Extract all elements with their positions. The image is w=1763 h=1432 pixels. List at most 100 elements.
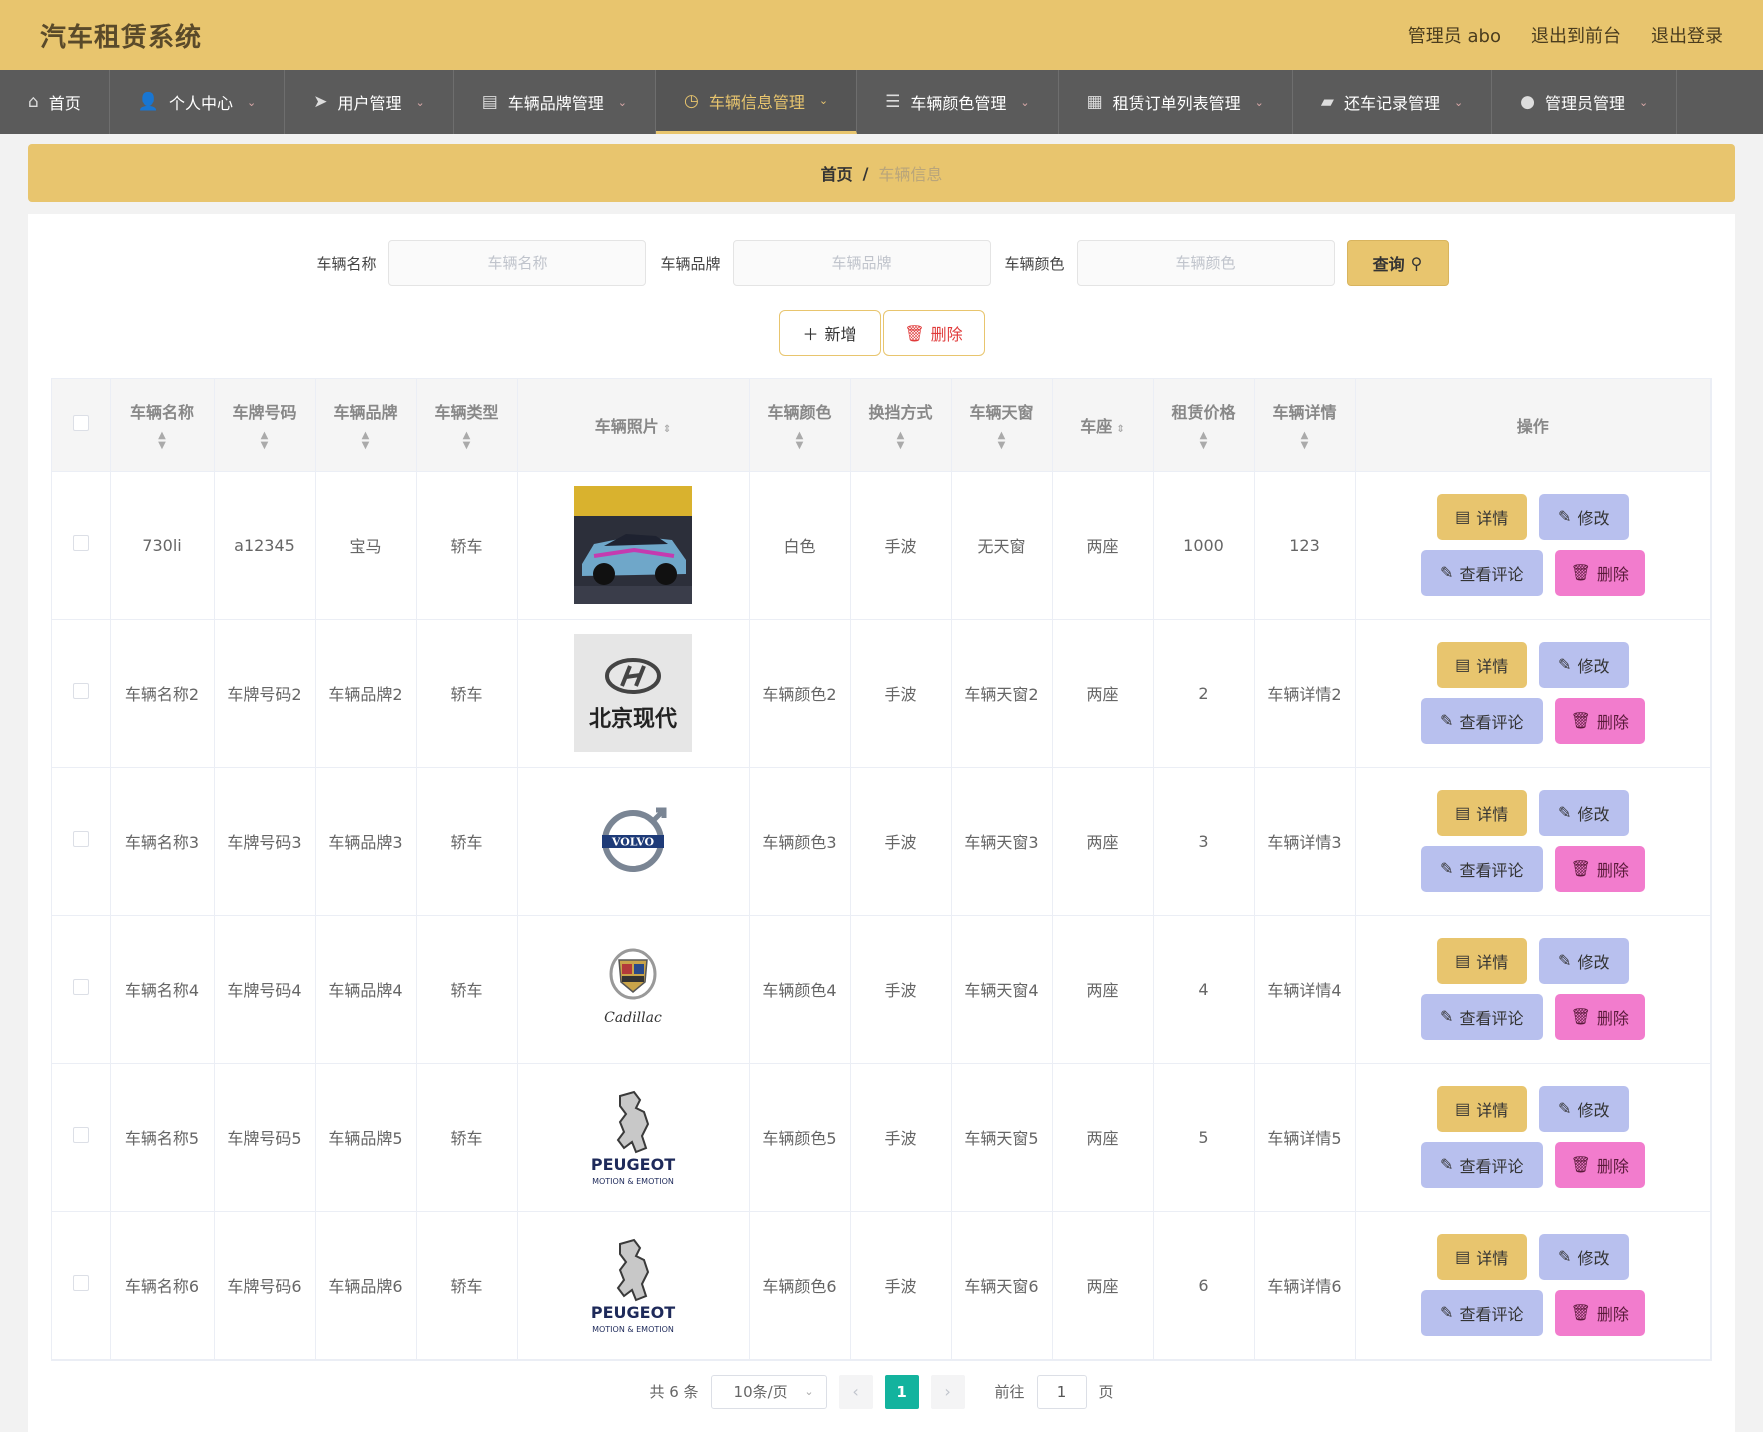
sort-icon[interactable]: ▲ ▼ [952, 430, 1052, 451]
nav-item-user-management[interactable]: ➤ 用户管理 ⌄ [285, 70, 454, 134]
admin-user-link[interactable]: 管理员 abo [1408, 22, 1501, 48]
nav-item-vehicle-info-management[interactable]: ◷ 车辆信息管理 ⌄ [656, 70, 858, 134]
detail-button[interactable]: ▤ 详情 [1436, 1086, 1527, 1132]
delete-button[interactable]: 🗑 删除 [1554, 550, 1645, 596]
sort-icon[interactable]: ▲ ▼ [1255, 430, 1355, 451]
batch-delete-button[interactable]: 🗑 删除 [882, 310, 985, 356]
edit-button[interactable]: ✎ 修改 [1538, 790, 1629, 836]
cell-plate: 车牌号码3 [214, 767, 316, 916]
column-header[interactable]: 车辆品牌 ▲ ▼ [315, 379, 417, 472]
column-header[interactable]: 车辆颜色 ▲ ▼ [749, 379, 851, 472]
edit-button[interactable]: ✎ 修改 [1538, 1234, 1629, 1280]
vehicle-photo[interactable] [574, 486, 692, 604]
delete-button[interactable]: 🗑 删除 [1554, 1142, 1645, 1188]
prev-page-button[interactable]: ‹ [838, 1374, 873, 1409]
delete-button[interactable]: 🗑 删除 [1554, 1290, 1645, 1336]
view-comments-button[interactable]: ✎ 查看评论 [1420, 1142, 1543, 1188]
row-checkbox[interactable] [72, 979, 89, 995]
edit-button[interactable]: ✎ 修改 [1538, 1086, 1629, 1132]
sort-icon[interactable]: ▲ ▼ [750, 430, 850, 451]
nav-item-home[interactable]: ⌂ 首页 [0, 70, 110, 134]
view-comments-button[interactable]: ✎ 查看评论 [1420, 994, 1543, 1040]
nav-item-personal-center[interactable]: 👤 个人中心 ⌄ [110, 70, 286, 134]
delete-button[interactable]: 🗑 删除 [1554, 698, 1645, 744]
edit-button[interactable]: ✎ 修改 [1538, 642, 1629, 688]
column-header[interactable]: 车辆名称 ▲ ▼ [110, 379, 215, 472]
cell-sunroof: 车辆天窗3 [951, 767, 1053, 916]
next-page-button[interactable]: › [930, 1374, 965, 1409]
column-header[interactable]: 车辆天窗 ▲ ▼ [951, 379, 1053, 472]
view-comments-button[interactable]: ✎ 查看评论 [1420, 1290, 1543, 1336]
detail-button[interactable]: ▤ 详情 [1436, 790, 1527, 836]
cell-brand: 车辆品牌5 [315, 1063, 417, 1212]
sort-icon[interactable]: ▲ ▼ [111, 430, 214, 451]
sort-icon[interactable]: ▲ ▼ [851, 430, 951, 451]
column-header[interactable]: 换挡方式 ▲ ▼ [850, 379, 952, 472]
vehicle-photo-cell: VOLVO [517, 767, 750, 916]
table-row: 车辆名称5 车牌号码5 车辆品牌5 轿车 PEUGEOT MOTION & EMOTION… [52, 1063, 1711, 1212]
vehicle-name-input[interactable] [388, 240, 647, 286]
vehicle-table: 车辆名称 ▲ ▼ 车牌号码 ▲ ▼ 车辆品牌 ▲ ▼ 车辆类型 ▲ ▼ 车辆照片 ⇕ 车辆颜色 ▲ ▼… [51, 378, 1712, 1361]
delete-button[interactable]: 🗑 删除 [1554, 994, 1645, 1040]
delete-button[interactable]: 🗑 删除 [1554, 846, 1645, 892]
trash-icon: 🗑 [1570, 1305, 1591, 1322]
view-comments-button[interactable]: ✎ 查看评论 [1420, 698, 1543, 744]
nav-item-brand-management[interactable]: ▤ 车辆品牌管理 ⌄ [454, 70, 656, 134]
sort-icon[interactable]: ▲ ▼ [316, 430, 416, 451]
view-comments-button[interactable]: ✎ 查看评论 [1420, 846, 1543, 892]
vehicle-photo[interactable]: Cadillac [574, 930, 692, 1048]
sort-icon[interactable]: ⇕ [663, 424, 671, 435]
vehicle-photo[interactable]: PEUGEOT MOTION & EMOTION [574, 1226, 692, 1344]
nav-item-color-management[interactable]: ☰ 车辆颜色管理 ⌄ [857, 70, 1059, 134]
column-header[interactable]: 车辆详情 ▲ ▼ [1254, 379, 1356, 472]
column-header[interactable]: 车辆类型 ▲ ▼ [416, 379, 518, 472]
detail-button[interactable]: ▤ 详情 [1436, 1234, 1527, 1280]
logout-link[interactable]: 退出登录 [1651, 22, 1723, 48]
exit-to-frontend-link[interactable]: 退出到前台 [1531, 22, 1621, 48]
goto-page-input[interactable] [1036, 1374, 1087, 1409]
edit-button[interactable]: ✎ 修改 [1538, 938, 1629, 984]
app-title: 汽车租赁系统 [40, 22, 203, 53]
cell-plate: 车牌号码4 [214, 915, 316, 1064]
column-header[interactable]: 租赁价格 ▲ ▼ [1153, 379, 1255, 472]
cell-seat: 两座 [1052, 767, 1154, 916]
row-checkbox[interactable] [72, 535, 89, 551]
detail-button[interactable]: ▤ 详情 [1436, 938, 1527, 984]
vehicle-photo[interactable]: 北京现代 [574, 634, 692, 752]
sort-icon[interactable]: ⇕ [1116, 424, 1124, 435]
edit-button[interactable]: ✎ 修改 [1538, 494, 1629, 540]
query-button-label: 查询 [1372, 255, 1405, 274]
sort-icon[interactable]: ▲ ▼ [417, 430, 517, 451]
column-header[interactable]: 车辆照片 ⇕ [517, 379, 750, 472]
vehicle-brand-input[interactable] [732, 240, 991, 286]
cell-name: 车辆名称4 [110, 915, 215, 1064]
clock-icon: ◷ [684, 90, 699, 111]
sort-icon[interactable]: ▲ ▼ [1154, 430, 1254, 451]
row-checkbox[interactable] [72, 831, 89, 847]
detail-button[interactable]: ▤ 详情 [1436, 642, 1527, 688]
view-comments-button[interactable]: ✎ 查看评论 [1420, 550, 1543, 596]
row-checkbox[interactable] [72, 683, 89, 699]
column-header[interactable]: 车牌号码 ▲ ▼ [214, 379, 316, 472]
nav-item-admin-management[interactable]: ● 管理员管理 ⌄ [1492, 70, 1678, 134]
row-checkbox[interactable] [72, 1127, 89, 1143]
cell-type: 轿车 [416, 619, 518, 768]
vehicle-color-input[interactable] [1076, 240, 1335, 286]
vehicle-photo[interactable]: PEUGEOT MOTION & EMOTION [574, 1078, 692, 1196]
select-all-checkbox[interactable] [72, 414, 89, 431]
page-number-current[interactable]: 1 [884, 1374, 919, 1409]
breadcrumb-home[interactable]: 首页 [821, 161, 853, 185]
top-bar: 汽车租赁系统 管理员 abo 退出到前台 退出登录 [0, 0, 1763, 70]
query-button[interactable]: 查询 ⚲ [1346, 240, 1449, 286]
vehicle-photo[interactable]: VOLVO [574, 782, 692, 900]
nav-item-label: 租赁订单列表管理 [1112, 94, 1241, 113]
row-select-cell [52, 619, 111, 768]
nav-item-return-records[interactable]: ▰ 还车记录管理 ⌄ [1293, 70, 1493, 134]
detail-button[interactable]: ▤ 详情 [1436, 494, 1527, 540]
row-checkbox[interactable] [72, 1275, 89, 1291]
sort-icon[interactable]: ▲ ▼ [215, 430, 315, 451]
nav-item-rental-orders[interactable]: ▦ 租赁订单列表管理 ⌄ [1059, 70, 1293, 134]
page-size-select[interactable]: 10条/页 ⌄ [710, 1374, 827, 1409]
column-header[interactable]: 车座 ⇕ [1052, 379, 1154, 472]
add-button[interactable]: ＋ 新增 [778, 310, 881, 356]
